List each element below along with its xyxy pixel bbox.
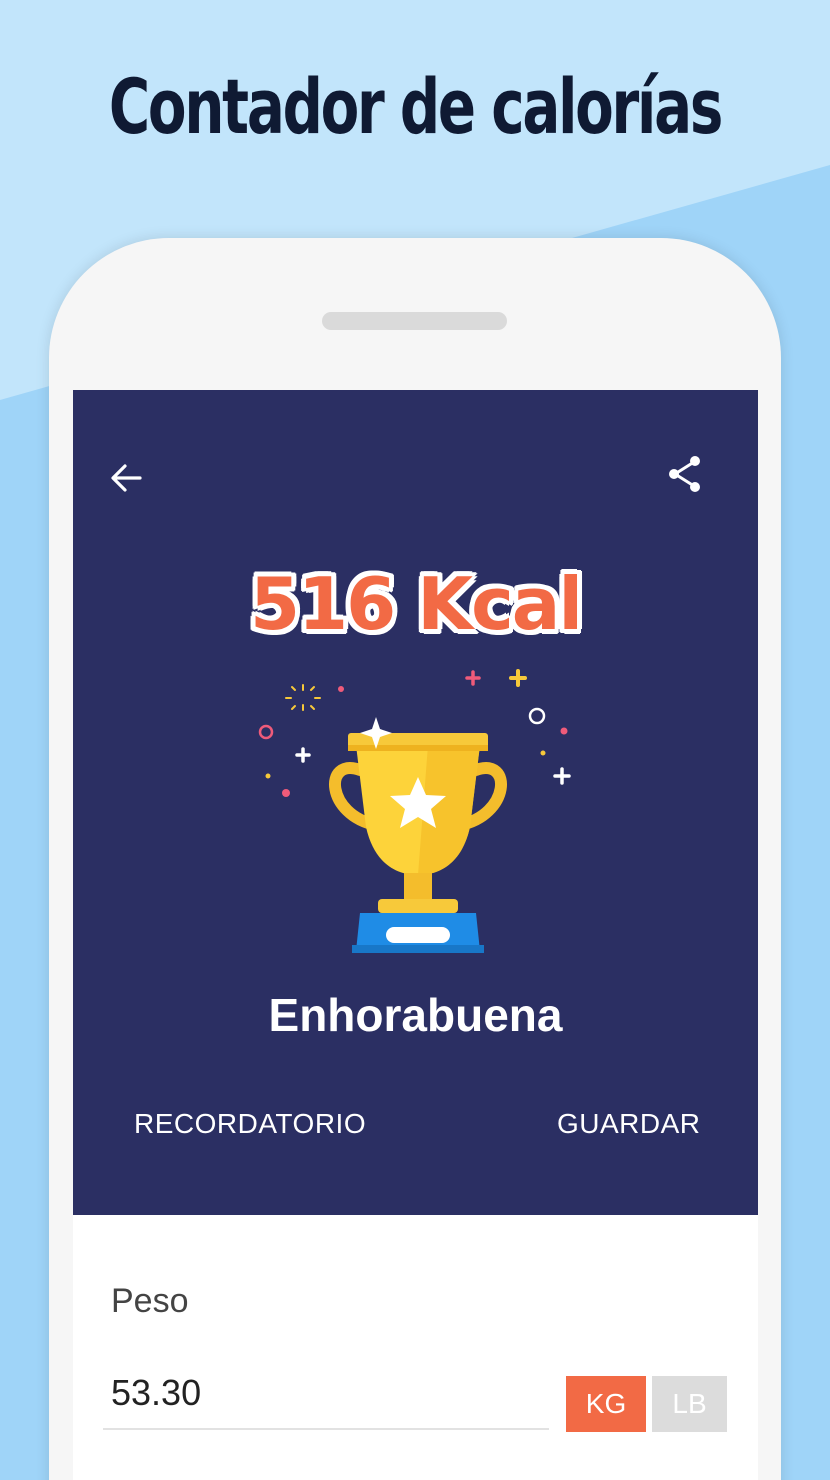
- calories-burned: 516 Kcal: [249, 562, 583, 646]
- congrats-message: Enhorabuena: [268, 989, 563, 1041]
- promo-title: Contador de calorías: [108, 62, 723, 151]
- trophy-icon: [258, 669, 571, 953]
- share-icon: [669, 456, 700, 492]
- phone-speaker: [322, 312, 507, 330]
- app-screen: 516 Kcal Enhorabuena RECORDATORIO GUARDA…: [73, 390, 758, 1480]
- result-header: 516 Kcal Enhorabuena RECORDATORIO GUARDA…: [73, 390, 758, 1215]
- save-button[interactable]: GUARDAR: [557, 1108, 701, 1140]
- arrow-left-icon: [111, 464, 142, 492]
- unit-lb-button[interactable]: LB: [652, 1376, 727, 1432]
- back-button[interactable]: [98, 450, 154, 506]
- reminder-button[interactable]: RECORDATORIO: [134, 1108, 366, 1140]
- trophy-illustration: [248, 665, 588, 965]
- unit-kg-button[interactable]: KG: [566, 1376, 646, 1432]
- weight-input[interactable]: [103, 1358, 549, 1430]
- share-button[interactable]: [657, 446, 713, 502]
- weight-label: Peso: [111, 1282, 189, 1320]
